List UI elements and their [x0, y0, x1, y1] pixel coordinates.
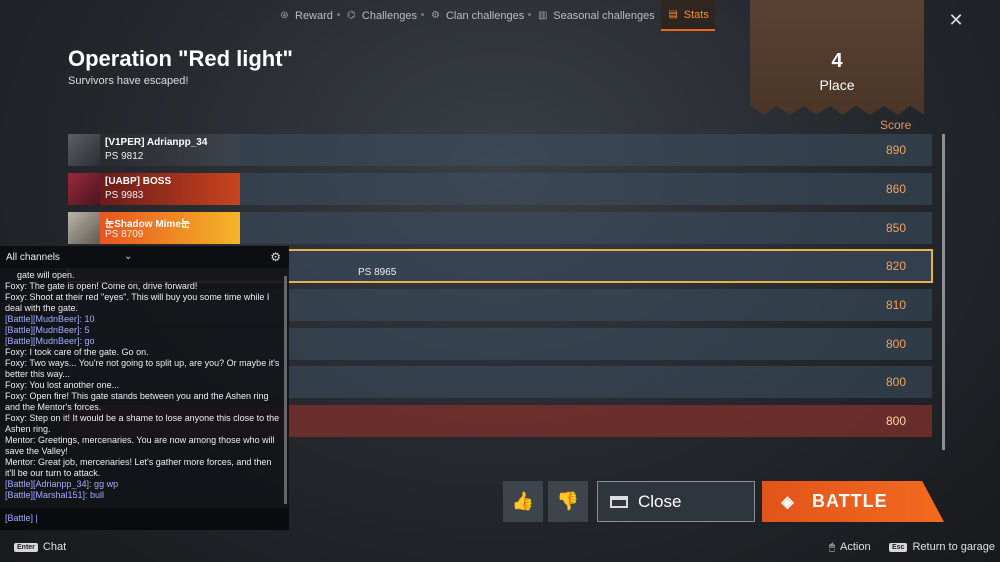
seasonal-challenges-icon: ▥: [538, 10, 548, 21]
challenges-icon: ⌬: [347, 10, 356, 21]
chat-message: [Battle][MudnBeer]: 5: [5, 325, 90, 335]
chat-message: Foxy: I took care of the gate. Go on.: [5, 347, 149, 357]
chat-message: Foxy: The gate is open! Come on, drive f…: [5, 281, 198, 291]
battle-button-label: BATTLE: [812, 491, 888, 511]
chat-channel-selector[interactable]: All channels ⌄ ⚙: [0, 246, 289, 268]
garage-icon: [610, 495, 628, 508]
battle-icon: ◈: [781, 493, 795, 511]
player-score: 800: [885, 414, 906, 428]
close-button-label: Close: [638, 491, 682, 511]
reward-icon: ⊛: [280, 10, 289, 21]
player-score: 890: [885, 143, 906, 157]
tab-label: Challenges: [361, 9, 417, 22]
chat-message: [Battle][Marshal151]: bull: [5, 490, 105, 500]
gear-icon[interactable]: ⚙: [270, 250, 281, 264]
player-ps: PS 8709: [105, 229, 144, 240]
player-score: 800: [885, 337, 906, 351]
tab-bar: ⊛ Reward ⌬ Challenges ⚙ Clan challenges …: [272, 0, 715, 31]
close-icon[interactable]: ✕: [948, 11, 964, 29]
battle-button[interactable]: ◈ BATTLE: [762, 481, 944, 522]
table-row[interactable]: 눈Shadow Mime눈 PS 8709 850: [68, 212, 932, 244]
player-ps: PS 8965: [358, 267, 397, 278]
place-number: 4: [831, 50, 843, 72]
thumbs-down-icon: 👎: [556, 491, 580, 511]
chat-scrollbar[interactable]: [284, 276, 287, 504]
table-row[interactable]: [UABP] BOSS PS 9983 860: [68, 173, 932, 205]
tab-label: Stats: [683, 8, 709, 21]
page-subtitle: Survivors have escaped!: [68, 75, 189, 87]
chevron-down-icon: ⌄: [124, 251, 133, 262]
mouse-icon: 🖱: [829, 541, 835, 553]
stats-icon: ▤: [668, 9, 678, 20]
chat-message: Mentor: Great job, mercenaries! Let's ga…: [5, 457, 272, 478]
tab-seasonal-challenges[interactable]: ▥ Seasonal challenges: [530, 0, 661, 31]
chat-message: [Battle][Adrianpp_34]: gg wp: [5, 479, 119, 489]
player-name: [V1PER] Adrianpp_34: [105, 137, 208, 148]
player-ps: PS 9812: [105, 151, 144, 162]
tab-clan-challenges[interactable]: ⚙ Clan challenges: [423, 0, 532, 31]
page-title: Operation "Red light": [68, 46, 293, 71]
chat-input[interactable]: [Battle] |: [0, 508, 289, 530]
action-hint[interactable]: 🖱 Action: [829, 541, 871, 553]
tab-reward[interactable]: ⊛ Reward: [272, 0, 340, 31]
player-name: 눈Shadow Mime눈: [105, 219, 191, 230]
chat-message: [Battle][MudnBeer]: go: [5, 336, 95, 346]
scoreboard-scrollbar[interactable]: [942, 134, 945, 450]
tab-stats[interactable]: ▤ Stats: [660, 0, 715, 31]
chat-message: Mentor: Greetings, mercenaries. You are …: [5, 435, 275, 456]
chat-hint-label: Chat: [42, 541, 67, 553]
chat-message: Foxy: Two ways... You're not going to sp…: [5, 358, 280, 379]
action-hint-label: Action: [840, 541, 871, 553]
chat-message: Foxy: You lost another one...: [5, 380, 120, 390]
chat-message: Foxy: Open fire! This gate stands betwee…: [5, 391, 269, 412]
chat-channel-label: All channels: [6, 251, 60, 263]
dislike-button[interactable]: 👎: [548, 481, 588, 522]
player-ps: PS 9983: [105, 190, 144, 201]
player-score: 860: [885, 182, 906, 196]
tab-label: Clan challenges: [445, 9, 525, 22]
chat-panel: All channels ⌄ ⚙ gate will open. Foxy: T…: [0, 246, 289, 530]
player-score: 800: [885, 375, 906, 389]
chat-message: Foxy: Step on it! It would be a shame to…: [5, 413, 280, 434]
player-name: [UABP] BOSS: [105, 176, 172, 187]
player-score: 820: [885, 259, 906, 273]
avatar: [68, 134, 100, 166]
return-hint-label: Return to garage: [912, 541, 996, 553]
close-button[interactable]: Close: [597, 481, 755, 522]
like-button[interactable]: 👍: [503, 481, 543, 522]
clan-challenges-icon: ⚙: [430, 10, 440, 21]
score-column-header: Score: [880, 118, 912, 132]
chat-message: [Battle][MudnBeer]: 10: [5, 314, 95, 324]
tab-label: Seasonal challenges: [553, 9, 655, 22]
tab-challenges[interactable]: ⌬ Challenges: [339, 0, 425, 31]
thumbs-up-icon: 👍: [511, 491, 535, 511]
return-to-garage-hint[interactable]: Esc Return to garage: [889, 541, 995, 553]
chat-message: gate will open.: [17, 270, 75, 280]
chat-message: Foxy: Shoot at their red "eyes". This wi…: [5, 292, 270, 313]
avatar: [68, 212, 100, 244]
esc-key-icon: Esc: [889, 542, 908, 552]
chat-hint[interactable]: Enter Chat: [14, 541, 66, 553]
chat-input-prefix: [Battle]: [5, 513, 34, 523]
player-score: 850: [885, 221, 906, 235]
avatar: [68, 173, 100, 205]
player-score: 810: [885, 298, 906, 312]
enter-key-icon: Enter: [14, 542, 38, 552]
chat-messages: gate will open. Foxy: The gate is open! …: [5, 270, 281, 504]
tab-label: Reward: [295, 9, 333, 22]
table-row[interactable]: [V1PER] Adrianpp_34 PS 9812 890: [68, 134, 932, 166]
place-label: Place: [819, 77, 855, 93]
